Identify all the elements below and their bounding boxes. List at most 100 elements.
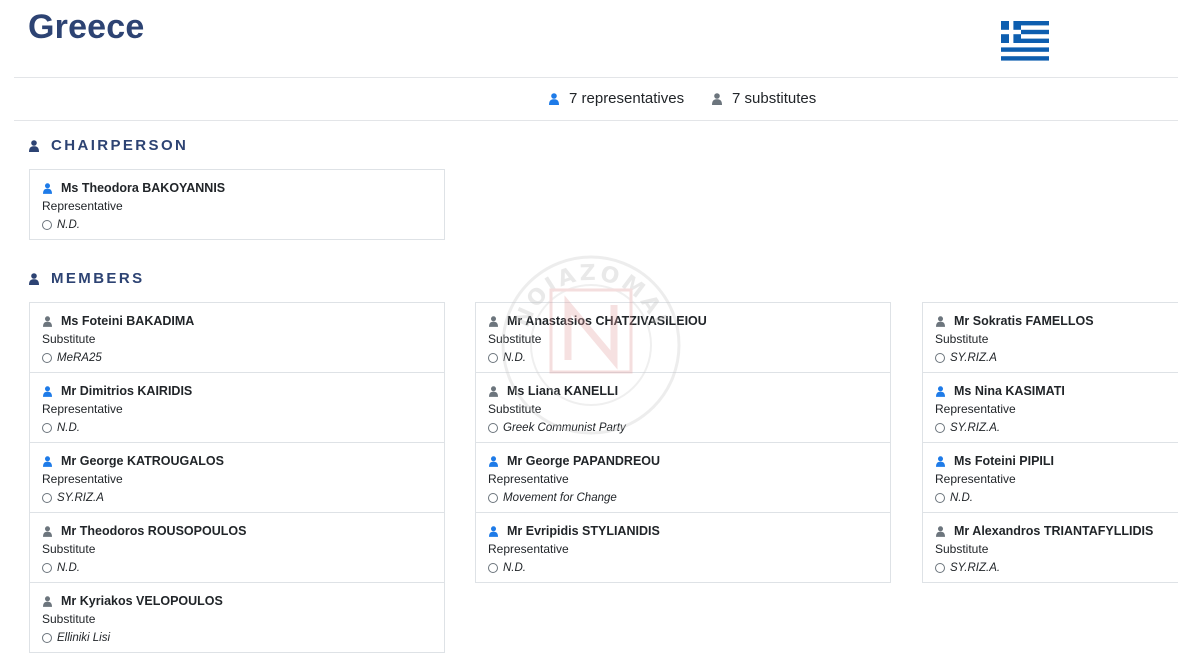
member-role: Representative [935, 472, 1016, 486]
member-party: SY.RIZ.A [950, 351, 997, 364]
member-party-row: N.D. [488, 560, 890, 575]
member-name-row: Mr Alexandros TRIANTAFYLLIDIS [935, 523, 1178, 539]
member-name[interactable]: Mr Sokratis FAMELLOS [954, 314, 1094, 328]
member-party: MeRA25 [57, 351, 102, 364]
member-card[interactable]: Mr Anastasios CHATZIVASILEIOU Substitute N… [475, 302, 891, 373]
circle-icon [935, 562, 945, 573]
person-icon [489, 385, 498, 397]
circle-icon [488, 492, 498, 503]
member-name-row: Ms Theodora BAKOYANNIS [42, 180, 444, 196]
member-party: N.D. [57, 561, 80, 574]
member-name[interactable]: Mr Kyriakos VELOPOULOS [61, 594, 223, 608]
member-card[interactable]: Mr George KATROUGALOS Representative SY.RI… [29, 442, 445, 513]
divider-top [14, 77, 1178, 78]
member-name[interactable]: Ms Nina KASIMATI [954, 384, 1065, 398]
chairperson-card[interactable]: Ms Theodora BAKOYANNIS Representative N.… [29, 169, 445, 240]
member-name[interactable]: Mr Theodoros ROUSOPOULOS [61, 524, 246, 538]
member-name-row: Mr Theodoros ROUSOPOULOS [42, 523, 444, 539]
person-icon [43, 315, 52, 327]
member-role: Substitute [42, 542, 96, 556]
member-role: Representative [488, 542, 569, 556]
circle-icon [488, 352, 498, 363]
member-card[interactable]: Mr Dimitrios KAIRIDIS Representative N.D. [29, 372, 445, 443]
member-role: Representative [935, 402, 1016, 416]
substitutes-count-label: 7 substitutes [732, 90, 817, 107]
member-card[interactable]: Mr Theodoros ROUSOPOULOS Substitute N.D. [29, 512, 445, 583]
member-party-row: Elliniki Lisi [42, 630, 444, 645]
members-heading: MEMBERS [29, 270, 144, 287]
circle-icon [935, 352, 945, 363]
circle-icon [42, 219, 52, 230]
delegation-stats: 7 representatives 7 substitutes [0, 90, 1178, 110]
circle-icon [42, 562, 52, 573]
circle-icon [42, 492, 52, 503]
member-party: Greek Communist Party [503, 421, 626, 434]
member-card[interactable]: Mr Evripidis STYLIANIDIS Representative N.… [475, 512, 891, 583]
member-role: Substitute [42, 332, 96, 346]
circle-icon [42, 422, 52, 433]
member-party-row: SY.RIZ.A. [935, 420, 1178, 435]
member-party: N.D. [57, 218, 80, 231]
member-party-row: SY.RIZ.A [42, 490, 444, 505]
person-icon [489, 525, 498, 537]
person-icon [936, 525, 945, 537]
member-name[interactable]: Mr Evripidis STYLIANIDIS [507, 524, 660, 538]
member-role: Substitute [935, 542, 989, 556]
member-party-row: N.D. [42, 217, 444, 232]
member-card[interactable]: Ms Nina KASIMATI Representative SY.RIZ.A. [922, 372, 1178, 443]
member-party-row: N.D. [488, 350, 890, 365]
member-party-row: N.D. [935, 490, 1178, 505]
member-party-row: N.D. [42, 420, 444, 435]
member-party: Movement for Change [503, 491, 617, 504]
person-icon [29, 272, 39, 285]
member-party: SY.RIZ.A. [950, 421, 1001, 434]
member-card[interactable]: Ms Liana KANELLI Substitute Greek Communis… [475, 372, 891, 443]
member-name[interactable]: Mr George KATROUGALOS [61, 454, 224, 468]
circle-icon [42, 632, 52, 643]
representatives-count-label: 7 representatives [569, 90, 685, 107]
member-name-row: Mr Sokratis FAMELLOS [935, 313, 1178, 329]
member-name[interactable]: Mr George PAPANDREOU [507, 454, 660, 468]
member-name[interactable]: Ms Foteini BAKADIMA [61, 314, 194, 328]
member-name-row: Mr Kyriakos VELOPOULOS [42, 593, 444, 609]
member-name[interactable]: Ms Theodora BAKOYANNIS [61, 181, 225, 195]
substitutes-count: 7 substitutes [712, 90, 816, 107]
person-icon [29, 139, 39, 152]
person-icon [43, 385, 52, 397]
person-icon [549, 92, 559, 105]
circle-icon [488, 422, 498, 433]
chairperson-heading-label: CHAIRPERSON [51, 137, 189, 154]
member-role: Substitute [488, 402, 542, 416]
members-heading-label: MEMBERS [51, 270, 145, 287]
member-party: N.D. [57, 421, 80, 434]
member-card[interactable]: Mr Kyriakos VELOPOULOS Substitute Elliniki… [29, 582, 445, 653]
member-name[interactable]: Mr Alexandros TRIANTAFYLLIDIS [954, 524, 1153, 538]
page-title: Greece [28, 8, 145, 46]
member-name-row: Mr Dimitrios KAIRIDIS [42, 383, 444, 399]
member-party: N.D. [503, 351, 526, 364]
member-role: Substitute [42, 612, 96, 626]
member-party-row: Greek Communist Party [488, 420, 890, 435]
member-card[interactable]: Mr George PAPANDREOU Representative Moveme… [475, 442, 891, 513]
circle-icon [488, 562, 498, 573]
member-party: SY.RIZ.A [57, 491, 104, 504]
person-icon [712, 92, 722, 105]
member-role: Representative [42, 402, 123, 416]
member-name[interactable]: Ms Foteini PIPILI [954, 454, 1054, 468]
member-name[interactable]: Ms Liana KANELLI [507, 384, 618, 398]
member-name-row: Mr George PAPANDREOU [488, 453, 890, 469]
member-card[interactable]: Mr Alexandros TRIANTAFYLLIDIS Substitute S… [922, 512, 1178, 583]
person-icon [43, 525, 52, 537]
person-icon [936, 315, 945, 327]
member-card[interactable]: Mr Sokratis FAMELLOS Substitute SY.RIZ.A [922, 302, 1178, 373]
member-name[interactable]: Mr Dimitrios KAIRIDIS [61, 384, 192, 398]
circle-icon [935, 492, 945, 503]
circle-icon [935, 422, 945, 433]
member-party: SY.RIZ.A. [950, 561, 1001, 574]
member-name-row: Mr Anastasios CHATZIVASILEIOU [488, 313, 890, 329]
member-card[interactable]: Ms Foteini BAKADIMA Substitute MeRA25 [29, 302, 445, 373]
member-party-row: Movement for Change [488, 490, 890, 505]
member-party-row: N.D. [42, 560, 444, 575]
member-name[interactable]: Mr Anastasios CHATZIVASILEIOU [507, 314, 707, 328]
member-card[interactable]: Ms Foteini PIPILI Representative N.D. [922, 442, 1178, 513]
